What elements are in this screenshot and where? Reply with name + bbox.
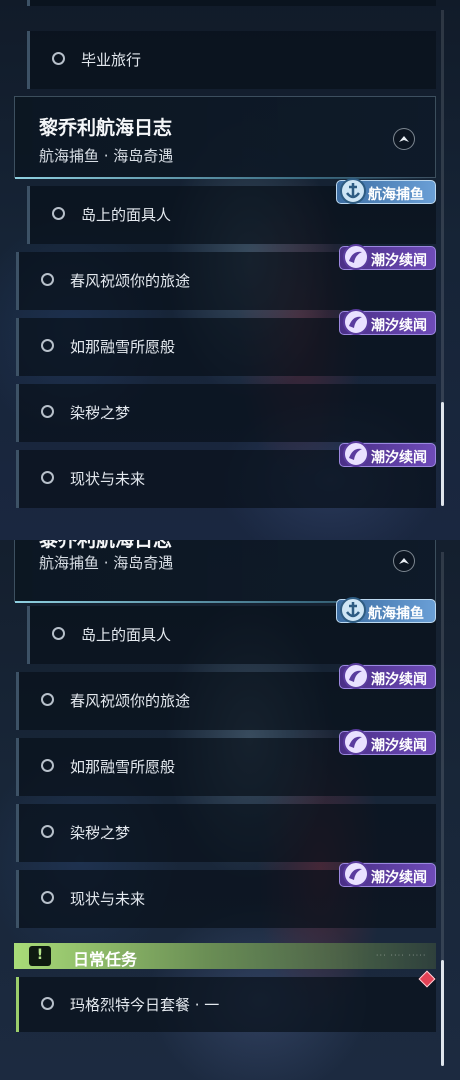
quest-item[interactable]: 染秽之梦 [16, 804, 436, 862]
section-title: 日常任务 [73, 950, 138, 969]
status-circle-icon [41, 825, 54, 838]
status-circle-icon [41, 693, 54, 706]
decorative-text: ··· ···· ····· [375, 952, 426, 959]
tag-sailing-fishing: 航海捕鱼 [336, 178, 436, 204]
tag-tidal-continuation: 潮汐续闻 [339, 309, 436, 335]
collapse-button[interactable] [393, 128, 415, 150]
quest-group-header[interactable]: 黎乔利航海日志 航海捕鱼 · 海岛奇遇 [14, 96, 436, 179]
scrollbar-thumb[interactable] [441, 960, 444, 1066]
wave-emblem-icon [343, 729, 369, 755]
anchor-icon [340, 597, 366, 623]
wave-emblem-icon [343, 861, 369, 887]
wave-emblem-icon [343, 663, 369, 689]
status-circle-icon [41, 471, 54, 484]
quest-list-panel-bottom: 黎乔利航海日志 航海捕鱼 · 海岛奇遇 岛上的面具人 航海捕鱼 春风祝颂你的旅途… [0, 540, 460, 1080]
quest-group-header[interactable]: 黎乔利航海日志 航海捕鱼 · 海岛奇遇 [14, 540, 436, 603]
daily-quest-item[interactable]: 玛格烈特今日套餐 · 一 [16, 977, 436, 1032]
tag-tidal-continuation: 潮汐续闻 [339, 441, 436, 467]
status-circle-icon [41, 273, 54, 286]
status-circle-icon [41, 339, 54, 352]
scrollbar-thumb[interactable] [441, 402, 444, 506]
tag-tidal-continuation: 潮汐续闻 [339, 861, 436, 887]
chevron-up-icon [399, 136, 409, 142]
list-item-partial[interactable] [27, 0, 436, 6]
status-circle-icon [52, 207, 65, 220]
tag-tidal-continuation: 潮汐续闻 [339, 729, 436, 755]
chevron-up-icon [399, 558, 409, 564]
tag-tidal-continuation: 潮汐续闻 [339, 244, 436, 270]
tag-tidal-continuation: 潮汐续闻 [339, 663, 436, 689]
quest-group-subtitle: 航海捕鱼 · 海岛奇遇 [39, 554, 174, 572]
quest-group-title: 黎乔利航海日志 [39, 117, 173, 139]
quest-item[interactable]: 染秽之梦 [16, 384, 436, 442]
status-circle-icon [52, 52, 65, 65]
collapse-button[interactable] [393, 550, 415, 572]
status-circle-icon [41, 405, 54, 418]
wave-emblem-icon [343, 309, 369, 335]
tag-sailing-fishing: 航海捕鱼 [336, 597, 436, 623]
quest-group-subtitle: 航海捕鱼 · 海岛奇遇 [39, 147, 174, 165]
wave-emblem-icon [343, 441, 369, 467]
anchor-icon [340, 178, 366, 204]
quest-list-panel-top: 毕业旅行 黎乔利航海日志 航海捕鱼 · 海岛奇遇 岛上的面具人 航海捕鱼 春风祝… [0, 0, 460, 540]
status-circle-icon [41, 891, 54, 904]
wave-emblem-icon [343, 244, 369, 270]
alert-icon: ! [29, 946, 51, 966]
status-circle-icon [52, 627, 65, 640]
status-circle-icon [41, 759, 54, 772]
section-header-daily[interactable]: ! 日常任务 ··· ···· ····· [14, 943, 436, 969]
quest-item-graduation-trip[interactable]: 毕业旅行 [27, 31, 436, 89]
quest-group-title: 黎乔利航海日志 [39, 540, 173, 551]
status-circle-icon [41, 997, 54, 1010]
